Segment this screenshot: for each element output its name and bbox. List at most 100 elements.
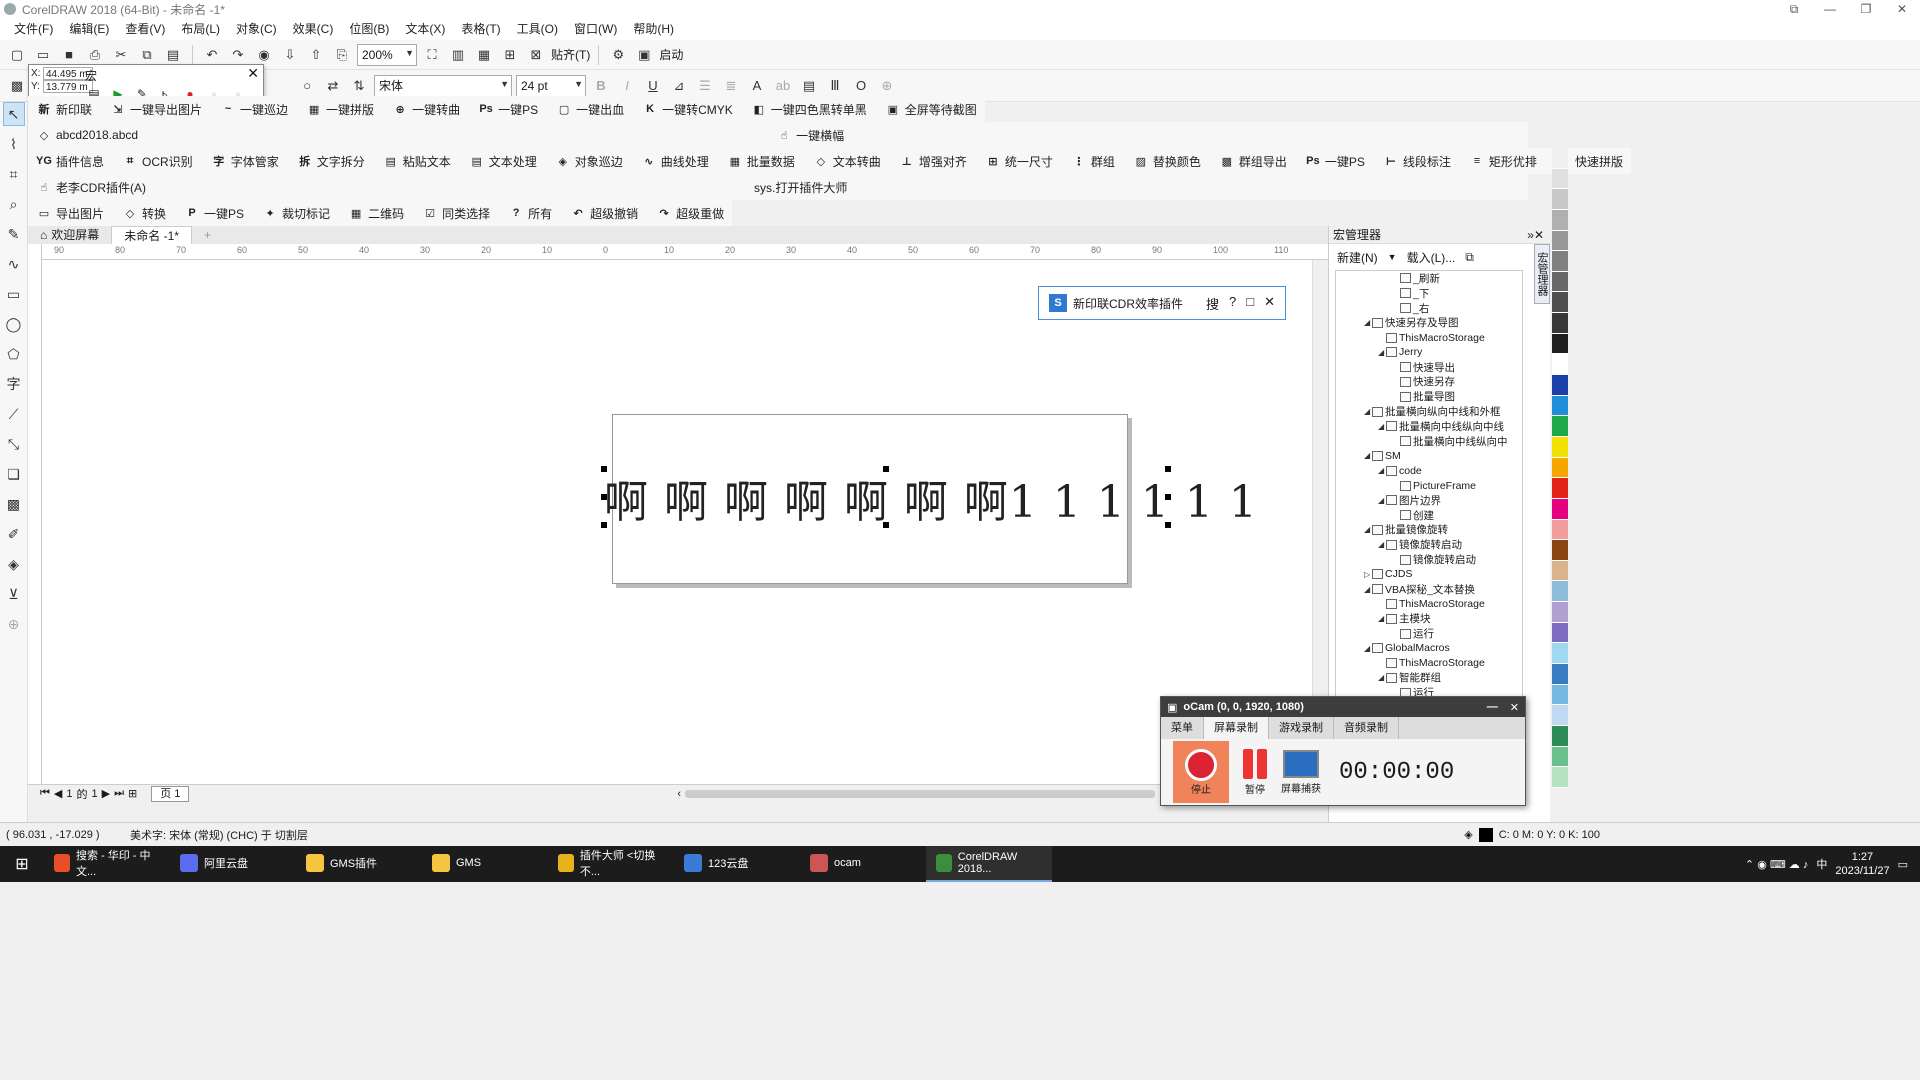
palette-swatch[interactable] xyxy=(1552,478,1568,499)
menu-item-7[interactable]: 文本(X) xyxy=(397,18,453,40)
expand-toggle-icon[interactable]: ◢ xyxy=(1378,496,1386,505)
smart-fill-icon[interactable]: ⊻ xyxy=(3,582,25,606)
plugin_row1-item-2[interactable]: ~ 一键巡边 xyxy=(212,97,296,121)
polygon-tool-icon[interactable]: ⬠ xyxy=(3,342,25,366)
palette-swatch[interactable] xyxy=(1552,230,1568,252)
publish-pdf-icon[interactable]: ⎘ xyxy=(331,44,353,66)
import-icon[interactable]: ⇩ xyxy=(279,44,301,66)
print-icon[interactable]: ⎙ xyxy=(84,44,106,66)
plugin_row3-item-13[interactable]: ▨ 替换颜色 xyxy=(1125,149,1209,173)
expand-toggle-icon[interactable]: ◢ xyxy=(1378,540,1386,549)
text-tool-icon[interactable]: 字 xyxy=(3,372,25,396)
palette-swatch[interactable] xyxy=(1552,168,1568,190)
plugin_row3-item-2[interactable]: 字字体管家 xyxy=(203,149,287,173)
tree-node[interactable]: ThisMacroStorage xyxy=(1336,597,1522,612)
taskbar-clock[interactable]: 1:27 2023/11/27 xyxy=(1835,850,1889,878)
plugin_row5-item-1[interactable]: ◇ 转换 xyxy=(114,201,174,225)
notification-icon[interactable]: ▭ xyxy=(1898,858,1908,871)
macro-tree[interactable]: _刷新 _下 _右 ◢ 快速另存及导图 ThisMacroStorage ◢ Jerry 快速导… xyxy=(1335,270,1523,706)
underline-icon[interactable]: U xyxy=(642,75,664,97)
interactive-fill-icon[interactable]: ◈ xyxy=(3,552,25,576)
tree-node[interactable]: 快速导出 xyxy=(1336,360,1522,375)
guidelines-icon[interactable]: ⊞ xyxy=(499,44,521,66)
expand-toggle-icon[interactable]: ◢ xyxy=(1364,318,1372,327)
tree-node[interactable]: ▷ CJDS xyxy=(1336,567,1522,582)
connector-tool-icon[interactable]: ⤡ xyxy=(3,432,25,456)
add-icon[interactable]: ⊕ xyxy=(876,75,898,97)
horizontal-scrollbar[interactable] xyxy=(685,789,1156,798)
plugin_row1-item-4[interactable]: ⊕ 一键转曲 xyxy=(384,97,468,121)
selection-handle[interactable] xyxy=(601,494,607,500)
launch-icon[interactable]: ▣ xyxy=(633,44,655,66)
laoli-plugin-item[interactable]: ☝ 老李CDR插件(A) xyxy=(28,175,154,199)
plugin_row3-item-6[interactable]: ◈ 对象巡边 xyxy=(547,149,631,173)
crop-tool-icon[interactable]: ⌗ xyxy=(3,162,25,186)
tree-node[interactable]: 批量横向中线纵向中 xyxy=(1336,434,1522,449)
unload-icon[interactable]: ⧉ xyxy=(1465,250,1474,265)
plugin_row3-item-3[interactable]: 拆文字拆分 xyxy=(289,149,373,173)
palette-swatch[interactable] xyxy=(1552,705,1568,726)
cut-icon[interactable]: ✂ xyxy=(110,44,132,66)
selection-handle[interactable] xyxy=(601,522,607,528)
new-document-icon[interactable]: ▢ xyxy=(6,44,28,66)
plugin_row5-item-8[interactable]: ↷ 超级重做 xyxy=(648,201,732,225)
abcd-plugin-item[interactable]: ◇ abcd2018.abcd xyxy=(28,123,146,147)
font-family-select[interactable]: 宋体 ▼ xyxy=(374,74,512,97)
menu-item-5[interactable]: 效果(C) xyxy=(285,18,342,40)
export-icon[interactable]: ⇧ xyxy=(305,44,327,66)
side-tab-macro-manager[interactable]: 宏管理器 xyxy=(1534,244,1550,304)
selection-handle[interactable] xyxy=(1165,494,1171,500)
palette-swatch[interactable] xyxy=(1552,560,1568,582)
palette-swatch[interactable] xyxy=(1552,519,1568,541)
horizontal-ruler[interactable]: 90 80 70 60 50 40 30 20 10 0 10 20 30 40 50 60 70 80 90 100… xyxy=(42,244,1328,260)
tree-node[interactable]: _右 xyxy=(1336,301,1522,316)
plugin_row1-item-7[interactable]: K 一键转CMYK xyxy=(634,97,741,121)
taskbar-app[interactable]: 插件大师 <切换不... xyxy=(548,846,674,882)
windows-start-icon[interactable]: ⊞ xyxy=(0,854,44,874)
palette-swatch[interactable] xyxy=(1552,643,1568,665)
tree-node[interactable]: 批量导图 xyxy=(1336,389,1522,404)
open-folder-icon[interactable]: ▭ xyxy=(32,44,54,66)
text-properties-icon[interactable]: ▤ xyxy=(798,75,820,97)
tree-node[interactable]: 快速另存 xyxy=(1336,375,1522,390)
palette-swatch[interactable] xyxy=(1552,209,1568,231)
pause-button[interactable]: 暂停 xyxy=(1243,748,1267,796)
plugin_row3-item-10[interactable]: ⊥ 增强对齐 xyxy=(891,149,975,173)
tree-node[interactable]: ◢ 批量横向纵向中线和外框 xyxy=(1336,404,1522,419)
snap-icon[interactable]: ⊠ xyxy=(525,44,547,66)
taskbar-app[interactable]: ocam xyxy=(800,846,926,882)
close-button[interactable]: ✕ xyxy=(1264,294,1275,313)
load-macro-button[interactable]: 载入(L)... xyxy=(1407,249,1456,266)
drop-shadow-icon[interactable]: ❏ xyxy=(3,462,25,486)
plugin_row3-item-14[interactable]: ▩ 群组导出 xyxy=(1211,149,1295,173)
palette-swatch[interactable] xyxy=(1552,333,1568,355)
tree-node[interactable]: ◢ code xyxy=(1336,463,1522,478)
page-tab[interactable]: 页 1 xyxy=(151,785,190,802)
add-tab-button[interactable]: + xyxy=(192,226,223,244)
palette-swatch[interactable] xyxy=(1552,767,1568,788)
zoom-tool-icon[interactable]: ⌕ xyxy=(3,192,25,216)
selection-handle[interactable] xyxy=(883,466,889,472)
plugin_row1-item-3[interactable]: ▦ 一键拼版 xyxy=(298,97,382,121)
ocam-tab-screen-record[interactable]: 屏幕录制 xyxy=(1204,717,1269,739)
menu-item-10[interactable]: 窗口(W) xyxy=(566,18,625,40)
shape-tool-icon[interactable]: ⌇ xyxy=(3,132,25,156)
tree-node[interactable]: ThisMacroStorage xyxy=(1336,330,1522,345)
bullet-list-icon[interactable]: ☰ xyxy=(694,75,716,97)
undo-icon[interactable]: ↶ xyxy=(201,44,223,66)
palette-swatch[interactable] xyxy=(1552,189,1568,210)
rotation-icon[interactable]: ○ xyxy=(296,75,318,97)
menu-item-9[interactable]: 工具(O) xyxy=(509,18,566,40)
expand-toggle-icon[interactable]: ◢ xyxy=(1364,585,1372,594)
palette-swatch[interactable] xyxy=(1552,292,1568,314)
tree-node[interactable]: ◢ Jerry xyxy=(1336,345,1522,360)
taskbar-app[interactable]: GMS xyxy=(422,846,548,882)
drop-cap-icon[interactable]: ≣ xyxy=(720,75,742,97)
plugin_row5-item-5[interactable]: ☑ 同类选择 xyxy=(414,201,498,225)
selection-handle[interactable] xyxy=(883,522,889,528)
tree-node[interactable]: 创建 xyxy=(1336,508,1522,523)
selection-handle[interactable] xyxy=(601,466,607,472)
menu-item-6[interactable]: 位图(B) xyxy=(341,18,397,40)
object-origin-icon[interactable]: ▩ xyxy=(6,75,28,97)
ocam-tab-audio-record[interactable]: 音频录制 xyxy=(1334,717,1399,739)
